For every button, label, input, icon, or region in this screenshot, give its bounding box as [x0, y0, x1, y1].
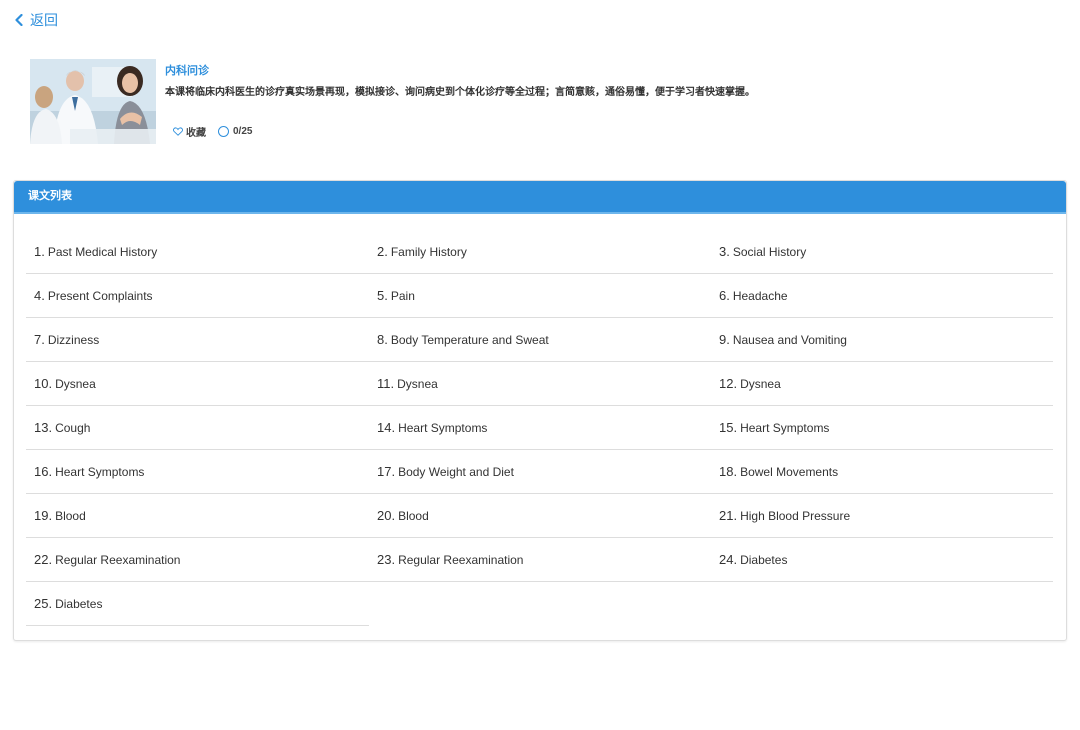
lesson-title: Regular Reexamination — [398, 552, 524, 567]
lesson-number: 15. — [719, 420, 738, 435]
lesson-number: 17. — [377, 464, 396, 479]
lesson-title: Heart Symptoms — [398, 420, 488, 435]
lesson-item[interactable]: 12. Dysnea — [711, 362, 1053, 406]
lesson-number: 6. — [719, 288, 730, 303]
lesson-title: Blood — [398, 508, 429, 523]
favorite-button[interactable]: 收藏 — [173, 124, 206, 139]
lesson-item[interactable]: 3. Social History — [711, 230, 1053, 274]
lesson-title: High Blood Pressure — [740, 508, 851, 523]
lesson-title: Pain — [390, 288, 415, 303]
course-description: 本课将临床内科医生的诊疗真实场景再现，模拟接诊、询问病史到个体化诊疗等全过程；言… — [165, 87, 755, 98]
lesson-item[interactable]: 14. Heart Symptoms — [369, 406, 711, 450]
progress-indicator: 0/25 — [218, 126, 252, 137]
lesson-title: Dysnea — [55, 376, 96, 391]
lesson-number: 9. — [719, 332, 730, 347]
lesson-item[interactable]: 23. Regular Reexamination — [369, 538, 711, 582]
lesson-item[interactable]: 20. Blood — [369, 494, 711, 538]
lesson-item[interactable]: 1. Past Medical History — [26, 230, 369, 274]
lesson-number: 7. — [34, 332, 45, 347]
lesson-title: Cough — [55, 420, 91, 435]
lesson-item[interactable]: 11. Dysnea — [369, 362, 711, 406]
lesson-item[interactable]: 4. Present Complaints — [26, 274, 369, 318]
lesson-item[interactable]: 10. Dysnea — [26, 362, 369, 406]
lesson-number: 5. — [377, 288, 388, 303]
lesson-number: 2. — [377, 244, 388, 259]
lesson-number: 18. — [719, 464, 738, 479]
course-title: 内科问诊 — [165, 65, 209, 77]
course-thumbnail — [30, 59, 156, 144]
lesson-title: Family History — [390, 244, 467, 259]
lesson-number: 13. — [34, 420, 53, 435]
course-header: 内科问诊 本课将临床内科医生的诊疗真实场景再现，模拟接诊、询问病史到个体化诊疗等… — [30, 59, 755, 144]
lesson-grid: 1. Past Medical History 2. Family History 3.… — [26, 230, 1066, 626]
lesson-item[interactable]: 2. Family History — [369, 230, 711, 274]
back-link[interactable]: 返回 — [14, 10, 58, 30]
lesson-title: Diabetes — [55, 596, 103, 611]
lesson-number: 25. — [34, 596, 53, 611]
lesson-title: Nausea and Vomiting — [732, 332, 847, 347]
lesson-item[interactable]: 24. Diabetes — [711, 538, 1053, 582]
lesson-title: Dysnea — [740, 376, 781, 391]
lesson-item[interactable]: 16. Heart Symptoms — [26, 450, 369, 494]
lesson-number: 1. — [34, 244, 45, 259]
lesson-number: 22. — [34, 552, 53, 567]
lesson-item[interactable]: 21. High Blood Pressure — [711, 494, 1053, 538]
lesson-title: Dysnea — [397, 376, 438, 391]
lesson-number: 11. — [377, 376, 395, 391]
lesson-title: Heart Symptoms — [740, 420, 830, 435]
lesson-number: 23. — [377, 552, 396, 567]
lesson-item[interactable]: 19. Blood — [26, 494, 369, 538]
lesson-number: 4. — [34, 288, 45, 303]
lesson-title: Social History — [732, 244, 807, 259]
progress-text: 0/25 — [233, 126, 253, 137]
lesson-item[interactable]: 6. Headache — [711, 274, 1053, 318]
lesson-number: 19. — [34, 508, 53, 523]
lesson-item[interactable]: 25. Diabetes — [26, 582, 369, 626]
lesson-number: 12. — [719, 376, 738, 391]
lesson-item[interactable]: 7. Dizziness — [26, 318, 369, 362]
lesson-title: Heart Symptoms — [55, 464, 145, 479]
heart-outline-icon — [173, 127, 183, 136]
lesson-title: Present Complaints — [47, 288, 153, 303]
lesson-number: 14. — [377, 420, 396, 435]
favorite-label: 收藏 — [186, 128, 206, 139]
lesson-list-header: 课文列表 — [14, 181, 1066, 214]
lesson-number: 20. — [377, 508, 396, 523]
lesson-number: 8. — [377, 332, 388, 347]
lesson-item[interactable]: 8. Body Temperature and Sweat — [369, 318, 711, 362]
lesson-number: 10. — [34, 376, 53, 391]
lesson-item[interactable]: 5. Pain — [369, 274, 711, 318]
lesson-item[interactable]: 17. Body Weight and Diet — [369, 450, 711, 494]
lesson-title: Headache — [732, 288, 788, 303]
lesson-list-panel: 课文列表 1. Past Medical History 2. Family Hist… — [13, 180, 1067, 641]
lesson-title: Past Medical History — [47, 244, 158, 259]
lesson-title: Dizziness — [47, 332, 100, 347]
lesson-item[interactable]: 18. Bowel Movements — [711, 450, 1053, 494]
lesson-number: 16. — [34, 464, 53, 479]
lesson-number: 24. — [719, 552, 738, 567]
lesson-title: Blood — [55, 508, 86, 523]
lesson-number: 21. — [719, 508, 738, 523]
lesson-number: 3. — [719, 244, 730, 259]
lesson-title: Regular Reexamination — [55, 552, 181, 567]
circle-outline-icon — [218, 126, 229, 137]
chevron-left-icon — [15, 14, 23, 26]
lesson-title: Body Temperature and Sweat — [390, 332, 549, 347]
lesson-item[interactable]: 13. Cough — [26, 406, 369, 450]
lesson-item[interactable]: 9. Nausea and Vomiting — [711, 318, 1053, 362]
lesson-title: Bowel Movements — [740, 464, 839, 479]
lesson-title: Body Weight and Diet — [398, 464, 514, 479]
lesson-item[interactable]: 15. Heart Symptoms — [711, 406, 1053, 450]
lesson-title: Diabetes — [740, 552, 788, 567]
back-label: 返回 — [30, 12, 58, 28]
lesson-item[interactable]: 22. Regular Reexamination — [26, 538, 369, 582]
